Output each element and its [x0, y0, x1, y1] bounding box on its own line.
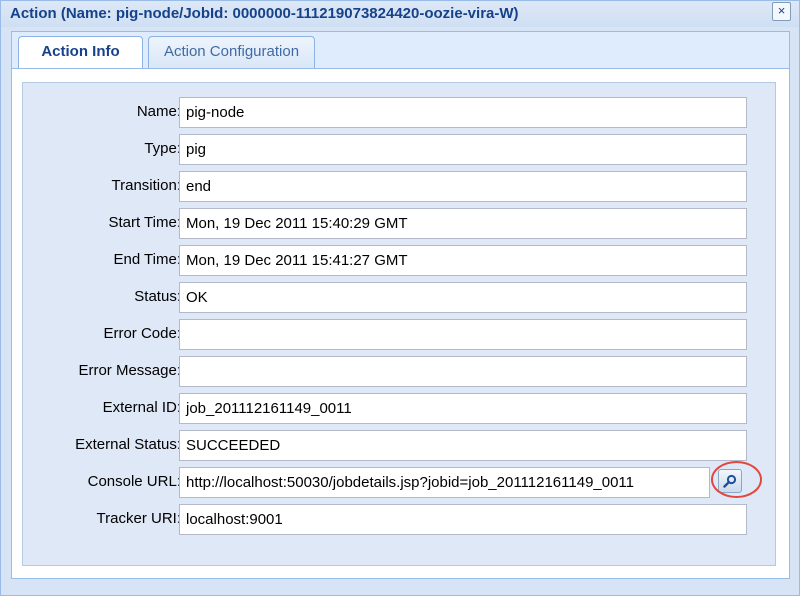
form-row-transition: Transition: end: [23, 171, 775, 202]
form-row-console-url: Console URL: http://localhost:50030/jobd…: [23, 461, 775, 498]
transition-field[interactable]: end: [179, 171, 747, 202]
tab-body: Name: pig-node Type: pig Transition: end…: [11, 68, 790, 579]
form-row-error-message: Error Message:: [23, 356, 775, 387]
external-id-field[interactable]: job_201112161149_0011: [179, 393, 747, 424]
console-url-lookup-button[interactable]: [718, 469, 742, 493]
console-url-label: Console URL:: [87, 473, 181, 490]
tracker-uri-label: Tracker URI:: [96, 510, 181, 527]
form-row-external-id: External ID: job_201112161149_0011: [23, 393, 775, 424]
status-label: Status:: [134, 288, 181, 305]
name-label: Name:: [136, 103, 181, 120]
form-row-external-status: External Status: SUCCEEDED: [23, 430, 775, 461]
tab-action-info[interactable]: Action Info: [18, 36, 143, 69]
type-field[interactable]: pig: [179, 134, 747, 165]
end-time-field[interactable]: Mon, 19 Dec 2011 15:41:27 GMT: [179, 245, 747, 276]
form-row-start-time: Start Time: Mon, 19 Dec 2011 15:40:29 GM…: [23, 208, 775, 239]
status-field[interactable]: OK: [179, 282, 747, 313]
name-field[interactable]: pig-node: [179, 97, 747, 128]
close-button[interactable]: ×: [772, 2, 791, 21]
form-row-type: Type: pig: [23, 134, 775, 165]
action-info-form: Name: pig-node Type: pig Transition: end…: [22, 82, 776, 566]
transition-label: Transition:: [111, 177, 181, 194]
end-time-label: End Time:: [113, 251, 181, 268]
form-row-end-time: End Time: Mon, 19 Dec 2011 15:41:27 GMT: [23, 245, 775, 276]
dialog-titlebar[interactable]: Action (Name: pig-node/JobId: 0000000-11…: [1, 1, 799, 27]
action-dialog: Action (Name: pig-node/JobId: 0000000-11…: [0, 0, 800, 596]
console-url-field[interactable]: http://localhost:50030/jobdetails.jsp?jo…: [179, 467, 710, 498]
external-status-label: External Status:: [75, 436, 181, 453]
tracker-uri-field[interactable]: localhost:9001: [179, 504, 747, 535]
dialog-title: Action (Name: pig-node/JobId: 0000000-11…: [10, 5, 519, 22]
external-id-label: External ID:: [102, 399, 181, 416]
close-icon: ×: [777, 3, 786, 18]
error-message-label: Error Message:: [78, 362, 181, 379]
error-code-label: Error Code:: [103, 325, 181, 342]
error-code-field[interactable]: [179, 319, 747, 350]
form-row-name: Name: pig-node: [23, 97, 775, 128]
magnifier-icon: [723, 474, 737, 488]
form-row-status: Status: OK: [23, 282, 775, 313]
start-time-label: Start Time:: [108, 214, 181, 231]
external-status-field[interactable]: SUCCEEDED: [179, 430, 747, 461]
error-message-field[interactable]: [179, 356, 747, 387]
form-row-error-code: Error Code:: [23, 319, 775, 350]
start-time-field[interactable]: Mon, 19 Dec 2011 15:40:29 GMT: [179, 208, 747, 239]
form-row-tracker-uri: Tracker URI: localhost:9001: [23, 504, 775, 535]
tab-strip: Action Info Action Configuration: [11, 31, 790, 69]
tab-action-configuration[interactable]: Action Configuration: [148, 36, 315, 68]
type-label: Type:: [144, 140, 181, 157]
